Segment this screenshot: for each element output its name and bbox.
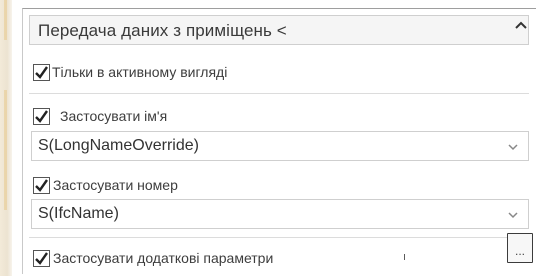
apply-extra-params-label: Застосувати додаткові параметри [53,250,274,266]
edge-stripe [4,0,7,40]
active-view-only-row[interactable]: Тільки в активному вигляді [33,61,227,83]
checkmark-icon [35,251,48,265]
divider [29,237,529,238]
name-parameter-select[interactable]: S(LongNameOverride) [31,131,529,161]
apply-extra-params-checkbox[interactable] [33,249,50,267]
panel-header[interactable]: Передача даних з приміщень < [29,15,529,45]
checkmark-icon [35,109,48,123]
edge-stripe [4,90,7,210]
active-view-only-checkbox[interactable] [33,63,50,81]
apply-name-label: Застосувати ім'я [60,108,168,124]
checkmark-icon [35,65,48,79]
apply-extra-params-row[interactable]: Застосувати додаткові параметри [33,247,273,269]
panel-title: Передача даних з приміщень < [38,21,287,40]
number-parameter-select[interactable]: S(IfcName) [31,199,529,229]
number-parameter-value: S(IfcName) [38,205,119,222]
chevron-down-icon [508,212,518,219]
extra-params-browse-button[interactable]: ... [507,233,533,263]
chevron-up-icon[interactable] [514,19,528,33]
name-parameter-value: S(LongNameOverride) [38,137,199,154]
room-data-transfer-panel: Передача даних з приміщень < Тільки в ак… [22,8,536,274]
apply-number-row[interactable]: Застосувати номер [33,174,178,196]
divider [29,93,529,94]
apply-number-label: Застосувати номер [53,177,178,193]
checkmark-icon [35,178,48,192]
apply-name-checkbox[interactable] [33,107,50,125]
window-left-edge [0,0,12,276]
chevron-down-icon [508,144,518,151]
apply-number-checkbox[interactable] [33,176,50,194]
apply-name-row[interactable]: Застосувати ім'я [33,105,167,127]
extra-params-marker: ı [403,251,407,263]
active-view-only-label: Тільки в активному вигляді [52,64,228,80]
